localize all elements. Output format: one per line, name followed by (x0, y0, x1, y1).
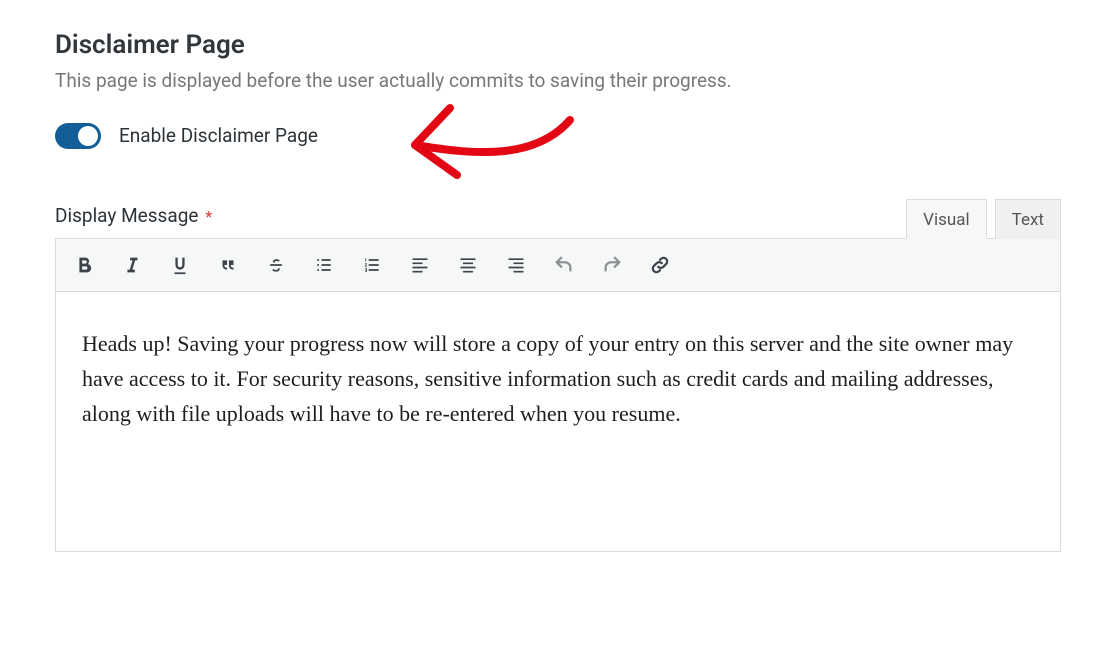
redo-button[interactable] (588, 245, 636, 285)
strikethrough-icon (264, 255, 288, 275)
enable-disclaimer-label: Enable Disclaimer Page (119, 124, 318, 147)
enable-toggle-row: Enable Disclaimer Page (55, 123, 1061, 149)
bold-icon (73, 254, 95, 276)
tab-visual[interactable]: Visual (906, 199, 986, 239)
rich-text-editor: Visual Text (55, 199, 1061, 552)
italic-button[interactable] (108, 245, 156, 285)
align-left-icon (409, 255, 431, 275)
blockquote-button[interactable] (204, 245, 252, 285)
align-right-button[interactable] (492, 245, 540, 285)
enable-disclaimer-toggle[interactable] (55, 123, 101, 149)
numbered-list-button[interactable] (348, 245, 396, 285)
undo-icon (552, 254, 576, 276)
toggle-knob (78, 126, 98, 146)
display-message-label: Display Message (55, 204, 198, 227)
align-right-icon (505, 255, 527, 275)
section-title: Disclaimer Page (55, 30, 1061, 60)
italic-icon (121, 254, 143, 276)
underline-button[interactable] (156, 245, 204, 285)
section-description: This page is displayed before the user a… (55, 68, 1061, 95)
align-left-button[interactable] (396, 245, 444, 285)
bold-button[interactable] (60, 245, 108, 285)
editor-content[interactable]: Heads up! Saving your progress now will … (55, 292, 1061, 552)
link-icon (648, 254, 672, 276)
numbered-list-icon (361, 255, 383, 275)
editor-toolbar (55, 238, 1061, 292)
align-center-icon (457, 255, 479, 275)
required-indicator: * (205, 207, 212, 226)
link-button[interactable] (636, 245, 684, 285)
quote-icon (216, 254, 240, 276)
underline-icon (169, 254, 191, 276)
redo-icon (600, 254, 624, 276)
undo-button[interactable] (540, 245, 588, 285)
strikethrough-button[interactable] (252, 245, 300, 285)
tab-text[interactable]: Text (995, 199, 1061, 239)
bullet-list-icon (313, 255, 335, 275)
bullet-list-button[interactable] (300, 245, 348, 285)
align-center-button[interactable] (444, 245, 492, 285)
